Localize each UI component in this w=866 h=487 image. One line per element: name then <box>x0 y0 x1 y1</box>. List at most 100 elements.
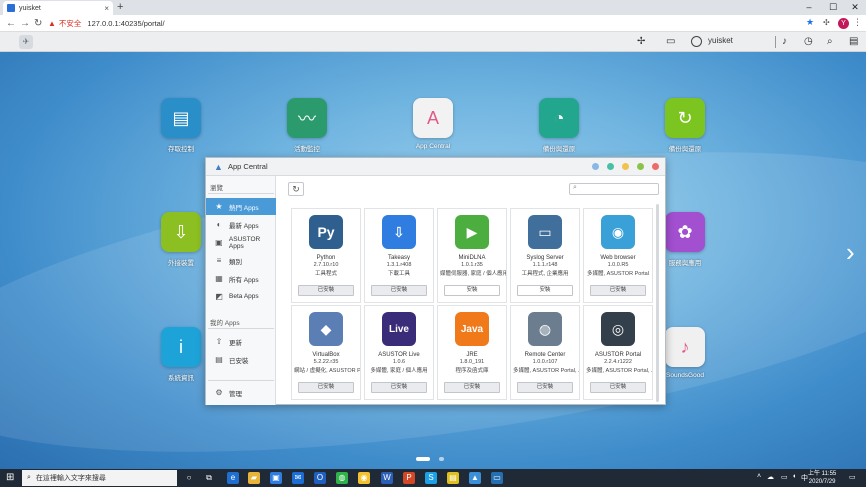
powerpoint-icon[interactable]: P <box>403 472 415 484</box>
photos-icon[interactable]: ▲ <box>469 472 481 484</box>
windows-start-icon[interactable]: ⊞ <box>6 472 14 483</box>
adm-home-icon[interactable]: ✈ <box>19 35 33 49</box>
widget-icon[interactable]: ▤ <box>849 36 858 48</box>
refresh-button[interactable]: ↻ <box>288 182 304 196</box>
bookmark-star-icon[interactable]: ★ <box>806 17 814 28</box>
task-view-icon[interactable]: ⧉ <box>203 472 215 484</box>
sidebar-item-my-apps[interactable]: ⇧ 更新 <box>206 333 276 350</box>
window-titlebar[interactable]: ▲ App Central <box>206 158 665 176</box>
next-page-arrow-icon[interactable]: › <box>846 237 855 268</box>
tab-close-icon[interactable]: × <box>104 4 109 13</box>
back-button[interactable]: ← <box>6 16 16 31</box>
line-icon[interactable]: ◍ <box>336 472 348 484</box>
sidebar-item-browse[interactable]: ◩ Beta Apps <box>206 288 276 305</box>
cortana-icon[interactable]: ○ <box>183 472 195 484</box>
installed-button[interactable]: 已安裝 <box>298 382 354 393</box>
desktop-icon-activity-monitor[interactable]: 〰活動監控 <box>267 98 347 153</box>
app-version: 1.8.0_191 <box>459 359 485 365</box>
store-icon[interactable]: ▣ <box>270 472 282 484</box>
desktop-icon-backup-restore[interactable]: ↻ 備份與還原 <box>645 98 725 153</box>
sidebar-item-browse[interactable]: ≡ 類別 <box>206 252 276 269</box>
remote-desktop-icon[interactable]: ▭ <box>491 472 503 484</box>
url-field[interactable]: ▲ 不安全 127.0.0.1:40235/portal/ <box>48 17 818 30</box>
clock-icon[interactable]: ◷ <box>804 36 813 48</box>
sidebar-item-browse[interactable]: ◐ 最新 Apps <box>206 216 276 233</box>
desktop-icon-access-control[interactable]: ▤ 存取控制 <box>141 98 221 153</box>
kebab-menu-icon[interactable]: ⋮ <box>853 17 862 28</box>
window-dot-minimize[interactable] <box>622 163 629 170</box>
sidebar-item-my-apps[interactable]: ▤ 已安裝 <box>206 351 276 368</box>
adm-username[interactable]: yuisket <box>708 36 733 45</box>
chrome-icon[interactable]: ◉ <box>358 472 370 484</box>
cloud-icon[interactable]: ☁ <box>767 473 774 481</box>
app-central-window: ▲ App Central 瀏覽 ★ 熱門 Apps ◐ 最新 Apps ▣ ASUSTO… <box>205 157 666 405</box>
installed-button[interactable]: 已安裝 <box>371 285 427 296</box>
volume-icon[interactable]: ◖ <box>792 473 796 480</box>
outlook-icon[interactable]: O <box>314 472 326 484</box>
beta-icon: ◩ <box>215 291 223 301</box>
network-icon[interactable]: ▭ <box>781 473 788 481</box>
app-card[interactable]: Live ASUSTOR Live 1.0.6 多媒體, 家庭 / 個人應用 已安裝 <box>364 305 434 400</box>
fan-icon[interactable]: ✢ <box>637 36 645 48</box>
tray-expand-icon[interactable]: ˄ <box>757 473 761 480</box>
window-dot-help[interactable] <box>592 163 599 170</box>
app-search-input[interactable]: ⌕ <box>569 183 659 195</box>
window-dot-settings[interactable] <box>607 163 614 170</box>
app-card[interactable]: ▶ MiniDLNA 1.0.1.r35 媒體伺服器, 家庭 / 個人應用 安裝 <box>437 208 507 303</box>
desktop-icon-label: 備份與還原 <box>668 146 702 153</box>
edge-icon[interactable]: e <box>227 472 239 484</box>
url-text[interactable]: 127.0.0.1:40235/portal/ <box>87 19 164 28</box>
page-indicator[interactable] <box>439 457 444 461</box>
desktop-icon-app-central[interactable]: A App Central <box>393 98 473 150</box>
sidebar-item-browse[interactable]: ▦ 所有 Apps <box>206 270 276 287</box>
installed-button[interactable]: 已安裝 <box>371 382 427 393</box>
reload-button[interactable]: ↻ <box>34 16 42 31</box>
file-explorer-icon[interactable]: ▰ <box>248 472 260 484</box>
app-list-scrollbar[interactable] <box>656 204 659 402</box>
app-card[interactable]: ◎ ASUSTOR Portal 2.2.4.r1222 多媒體, ASUSTOR P… <box>583 305 653 400</box>
installed-button[interactable]: 已安裝 <box>590 285 646 296</box>
app-card[interactable]: ▭ Syslog Server 1.1.1.r148 工具程式, 企業應用 安裝 <box>510 208 580 303</box>
app-card[interactable]: Java JRE 1.8.0_191 程序及函式庫 已安裝 <box>437 305 507 400</box>
extensions-icon[interactable]: ✣ <box>823 18 830 27</box>
notification-center-icon[interactable]: ▭ <box>849 473 856 481</box>
notification-icon[interactable]: ♪ <box>782 36 787 48</box>
taskbar-search-input[interactable]: ⌕ 在這裡輸入文字來搜尋 <box>22 470 177 486</box>
browser-tab[interactable]: yuisket × <box>3 1 113 15</box>
minimize-button[interactable]: – <box>798 0 820 15</box>
app-card[interactable]: Py Python 2.7.10.r10 工具程式 已安裝 <box>291 208 361 303</box>
app-card[interactable]: ◉ Web browser 1.0.0.R5 多媒體, ASUSTOR Portal 已… <box>583 208 653 303</box>
sidebar-item-manage[interactable]: ⚙ 管理 <box>206 384 276 401</box>
install-button[interactable]: 安裝 <box>517 285 573 296</box>
app-card[interactable]: ◆ VirtualBox 5.2.22.r35 網站 / 虛擬化, ASUSTOR P… <box>291 305 361 400</box>
new-tab-button[interactable]: + <box>117 1 123 13</box>
page-indicator-active[interactable] <box>416 457 430 461</box>
profile-avatar[interactable]: Y <box>838 18 849 29</box>
forward-button[interactable]: → <box>20 16 30 31</box>
app-card[interactable]: ⇩ Takeasy 1.3.1.r408 下載工具 已安裝 <box>364 208 434 303</box>
ime-indicator[interactable]: 中 <box>801 473 808 483</box>
close-window-button[interactable]: ✕ <box>844 0 866 15</box>
keyboard-icon[interactable]: ▭ <box>666 36 675 48</box>
maximize-button[interactable]: ☐ <box>822 0 844 15</box>
sidebar-item-browse[interactable]: ▣ ASUSTOR Apps <box>206 234 276 251</box>
installed-button[interactable]: 已安裝 <box>444 382 500 393</box>
sidebar-item-browse[interactable]: ★ 熱門 Apps <box>206 198 276 215</box>
installed-button[interactable]: 已安裝 <box>517 382 573 393</box>
installed-button[interactable]: 已安裝 <box>298 285 354 296</box>
skype-icon[interactable]: S <box>425 472 437 484</box>
window-dot-maximize[interactable] <box>637 163 644 170</box>
app-card[interactable]: ◍ Remote Center 1.0.0.r107 多媒體, ASUSTOR Por… <box>510 305 580 400</box>
user-icon[interactable] <box>691 36 702 47</box>
install-button[interactable]: 安裝 <box>444 285 500 296</box>
security-warning[interactable]: 不安全 <box>59 18 82 29</box>
desktop-icon-backup[interactable]: ◔ 備份與還原 <box>519 98 599 153</box>
window-dot-close[interactable] <box>652 163 659 170</box>
list-icon: ≡ <box>216 255 222 265</box>
mail-icon[interactable]: ✉ <box>292 472 304 484</box>
taskbar-clock[interactable]: 上午 11:55 2020/7/29 <box>808 470 836 486</box>
sticky-notes-icon[interactable]: ▤ <box>447 472 459 484</box>
search-icon[interactable]: ⌕ <box>827 36 833 48</box>
word-icon[interactable]: W <box>381 472 393 484</box>
installed-button[interactable]: 已安裝 <box>590 382 646 393</box>
